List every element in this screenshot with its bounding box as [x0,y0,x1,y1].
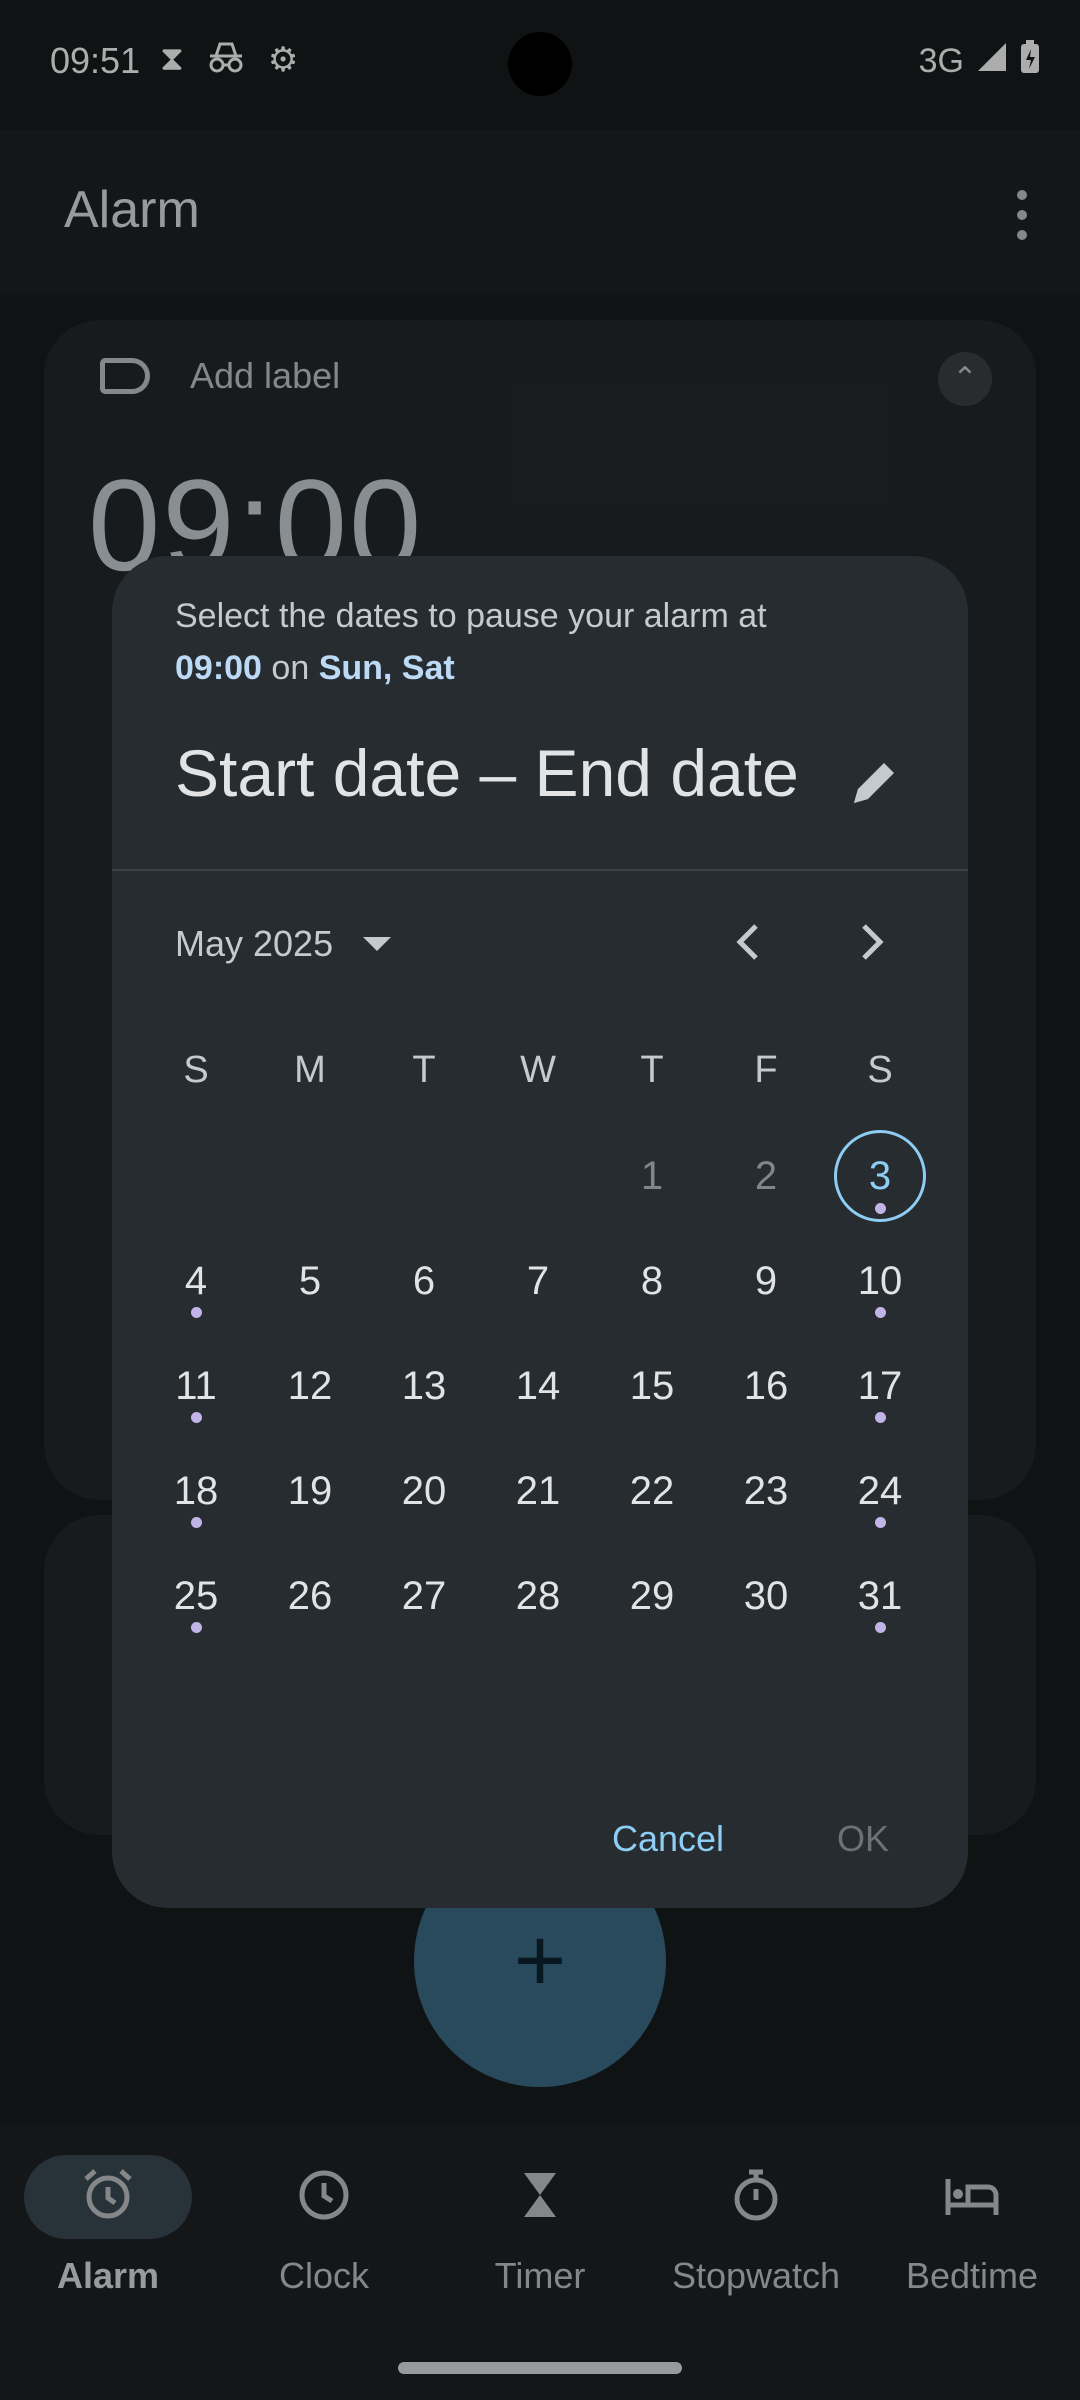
calendar-day[interactable]: 19 [257,1439,363,1543]
calendar-day[interactable]: 20 [371,1439,477,1543]
calendar-day[interactable]: 4 [143,1229,249,1333]
weekday-label: T [412,1049,436,1091]
weekday-label: F [754,1049,778,1091]
day-number: 6 [412,1259,436,1303]
month-year-label: May 2025 [175,923,334,964]
day-number: 20 [401,1469,447,1513]
weekday-label: S [867,1049,893,1091]
day-number: 8 [640,1259,664,1303]
day-number: 13 [401,1364,447,1408]
headline-time: 09:00 [175,649,262,687]
day-number: 15 [629,1364,675,1408]
alarm-day-indicator [875,1517,886,1528]
header-divider [112,869,968,871]
dropdown-caret-icon [363,937,392,951]
day-number: 16 [743,1364,789,1408]
headline-text: Select the dates to pause your alarm at [175,597,767,635]
day-number: 19 [287,1469,333,1513]
previous-month-button[interactable] [684,882,810,1006]
calendar-day[interactable]: 7 [485,1229,591,1333]
calendar-day[interactable]: 16 [713,1334,819,1438]
day-number: 27 [401,1574,447,1618]
alarm-day-indicator [875,1622,886,1633]
day-number: 23 [743,1469,789,1513]
calendar-day: 1 [599,1124,705,1228]
calendar-day[interactable]: 21 [485,1439,591,1543]
calendar-day[interactable]: 3 [834,1130,926,1222]
calendar-day[interactable]: 15 [599,1334,705,1438]
calendar-day[interactable]: 31 [827,1544,933,1648]
headline-days: Sun, Sat [318,649,455,687]
calendar-day[interactable]: 5 [257,1229,363,1333]
calendar-day[interactable]: 25 [143,1544,249,1648]
weekday-label: W [520,1049,556,1091]
date-range-title: Start date – End date [175,736,799,810]
alarm-day-indicator [875,1412,886,1423]
alarm-day-indicator [875,1203,886,1214]
alarm-day-indicator [191,1622,202,1633]
weekday-label: T [640,1049,664,1091]
calendar-day[interactable]: 13 [371,1334,477,1438]
calendar-day[interactable]: 22 [599,1439,705,1543]
alarm-day-indicator [191,1412,202,1423]
calendar-day[interactable]: 9 [713,1229,819,1333]
alarm-day-indicator [191,1517,202,1528]
day-number: 1 [640,1154,664,1198]
calendar-day[interactable]: 17 [827,1334,933,1438]
calendar-day[interactable]: 29 [599,1544,705,1648]
cancel-button[interactable]: Cancel [577,1776,759,1902]
alarm-day-indicator [875,1307,886,1318]
calendar-day[interactable]: 12 [257,1334,363,1438]
day-number: 21 [515,1469,561,1513]
ok-button[interactable]: OK [780,1776,946,1902]
calendar-day[interactable]: 26 [257,1544,363,1648]
calendar-day[interactable]: 8 [599,1229,705,1333]
day-number: 9 [754,1259,778,1303]
next-month-button[interactable] [810,882,936,1006]
day-number: 30 [743,1574,789,1618]
weekday-label: S [183,1049,209,1091]
day-number: 7 [526,1259,550,1303]
calendar-day[interactable]: 28 [485,1544,591,1648]
headline-text-mid: on [261,649,319,687]
day-number: 28 [515,1574,561,1618]
day-number: 29 [629,1574,675,1618]
calendar-day: 2 [713,1124,819,1228]
calendar-day[interactable]: 14 [485,1334,591,1438]
day-number: 12 [287,1364,333,1408]
edit-input-mode-button[interactable] [812,722,936,848]
day-number: 14 [515,1364,561,1408]
month-year-selector[interactable]: May 2025 [143,882,443,1006]
calendar-day[interactable]: 27 [371,1544,477,1648]
calendar-day[interactable]: 11 [143,1334,249,1438]
day-number: 26 [287,1574,333,1618]
day-number: 22 [629,1469,675,1513]
weekday-label: M [294,1049,326,1091]
chevron-left-icon [732,922,762,967]
pencil-icon [848,757,900,814]
dialog-headline: Select the dates to pause your alarm at … [175,590,811,694]
calendar-day[interactable]: 6 [371,1229,477,1333]
calendar-day[interactable]: 18 [143,1439,249,1543]
calendar-day[interactable]: 24 [827,1439,933,1543]
calendar-day[interactable]: 23 [713,1439,819,1543]
calendar-day[interactable]: 10 [827,1229,933,1333]
chevron-right-icon [858,922,888,967]
calendar-day[interactable]: 30 [713,1544,819,1648]
day-number: 5 [298,1259,322,1303]
day-number: 2 [754,1154,778,1198]
alarm-day-indicator [191,1307,202,1318]
